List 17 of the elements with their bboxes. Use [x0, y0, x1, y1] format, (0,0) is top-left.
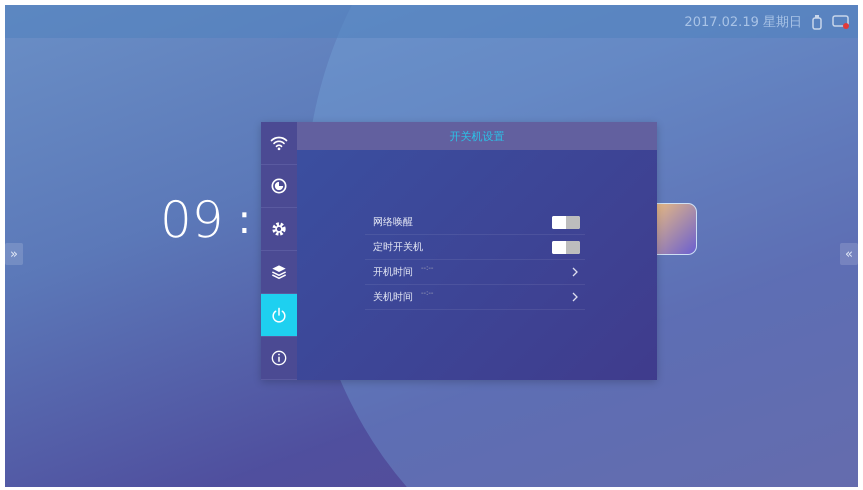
setting-label: 定时开关机	[373, 240, 423, 254]
clock-hours: 09	[160, 195, 224, 245]
setting-label: 开机时间	[373, 266, 413, 279]
display-icon	[832, 14, 850, 30]
setting-label: 关机时间	[373, 290, 413, 304]
chevron-right-icon	[571, 292, 579, 302]
info-icon	[269, 348, 289, 368]
usb-icon	[812, 14, 822, 30]
chevron-right-icon	[571, 267, 579, 277]
setting-label: 网络唤醒	[373, 216, 413, 229]
sidebar-tab[interactable]	[261, 294, 297, 337]
clock-icon	[269, 176, 289, 196]
panel-title: 开关机设置	[450, 128, 504, 144]
date-text: 2017.02.19 星期日	[684, 14, 802, 30]
clock-separator: :	[238, 200, 252, 240]
toggle-switch[interactable]	[552, 240, 580, 254]
toggle-switch[interactable]	[552, 216, 580, 228]
